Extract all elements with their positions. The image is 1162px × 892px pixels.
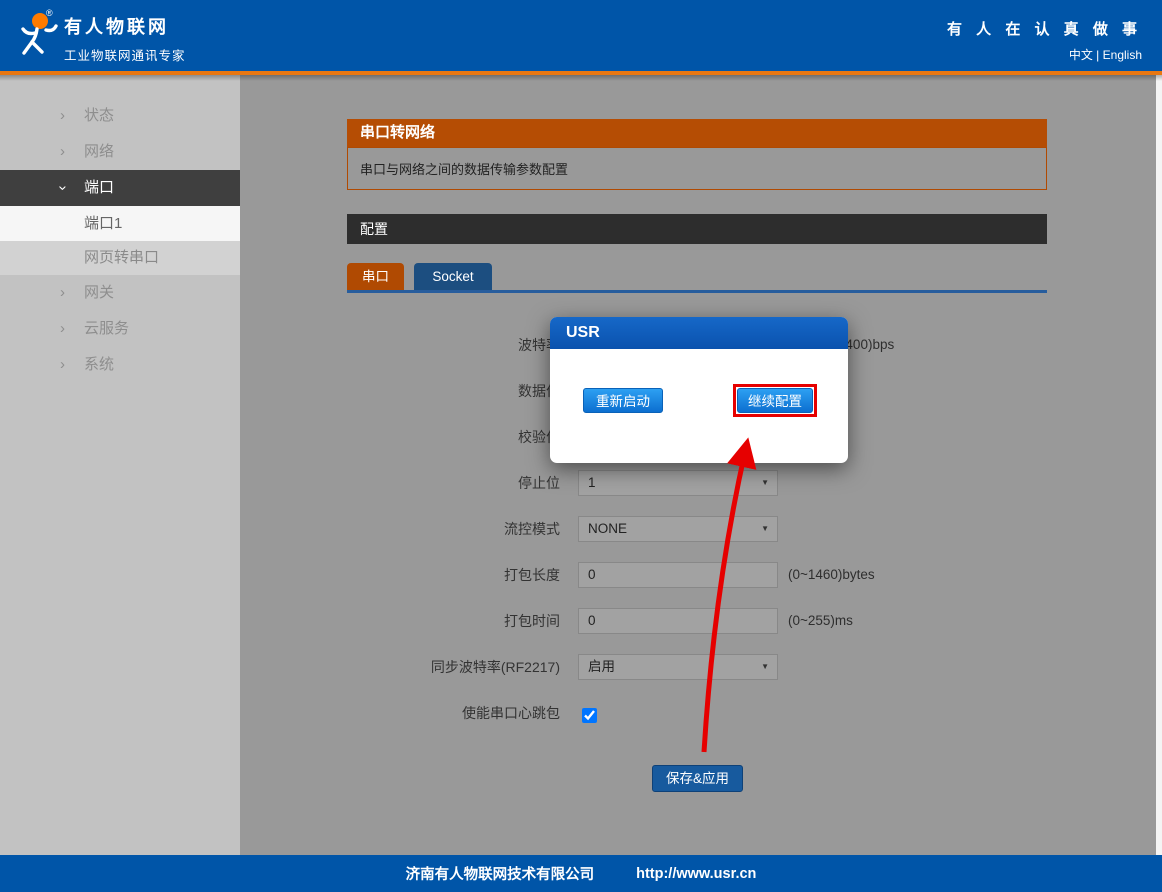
select-value: 启用 (588, 659, 615, 674)
field-label: 流控模式 (360, 516, 560, 542)
footer-company: 济南有人物联网技术有限公司 (406, 863, 595, 884)
flow-control-select[interactable]: NONE ▼ (578, 516, 778, 542)
dialog-title: USR (550, 317, 848, 349)
form-row-rf2217: 同步波特率(RF2217) 启用 ▼ (347, 654, 1107, 680)
input-value: 0 (588, 613, 596, 628)
sidebar-item-port1[interactable]: 端口1 (0, 206, 240, 241)
sidebar-item-gateway[interactable]: › 网关 (0, 275, 240, 311)
page-footer: 济南有人物联网技术有限公司 http://www.usr.cn (0, 855, 1162, 892)
brand-subtitle: 工业物联网通讯专家 (64, 45, 186, 64)
field-label: 数据位 (360, 378, 560, 404)
sidebar-item-label: 端口 (84, 179, 114, 196)
stop-bits-select[interactable]: 1 ▼ (578, 470, 778, 496)
pack-length-input[interactable]: 0 (578, 562, 778, 588)
caret-down-icon: ▼ (761, 517, 769, 541)
sidebar-item-system[interactable]: › 系统 (0, 347, 240, 383)
chevron-right-icon: › (60, 275, 76, 311)
sidebar-nav: › 状态 › 网络 › 端口 端口1 网页转串口 › 网关 › 云服务 › 系统 (0, 75, 240, 855)
tab-socket[interactable]: Socket (414, 263, 492, 290)
field-label: 同步波特率(RF2217) (360, 654, 560, 680)
config-section-title: 配置 (347, 214, 1047, 244)
sidebar-item-label: 网络 (84, 143, 114, 160)
registered-mark: ® (46, 8, 53, 18)
usr-logo-icon (12, 11, 60, 61)
tab-underline (347, 290, 1047, 293)
page-title: 串口转网络 (347, 119, 1047, 147)
caret-down-icon: ▼ (761, 471, 769, 495)
brand-title: 有人物联网 (64, 13, 186, 39)
field-label: 校验位 (360, 424, 560, 450)
select-value: NONE (588, 521, 627, 536)
usr-config-page: ® 有人物联网 工业物联网通讯专家 有 人 在 认 真 做 事 中文 | Eng… (0, 0, 1162, 892)
rf2217-select[interactable]: 启用 ▼ (578, 654, 778, 680)
form-row-pack-time: 打包时间 0 (0~255)ms (347, 608, 1107, 634)
field-label: 使能串口心跳包 (360, 700, 560, 726)
chevron-right-icon: › (60, 347, 76, 383)
form-row-heartbeat: 使能串口心跳包 (347, 700, 1107, 726)
serial-heartbeat-checkbox[interactable] (582, 708, 597, 723)
caret-down-icon: ▼ (761, 655, 769, 679)
sidebar-item-label: 云服务 (84, 320, 129, 337)
header-shadow (0, 75, 1162, 81)
sidebar-item-network[interactable]: › 网络 (0, 134, 240, 170)
save-apply-button[interactable]: 保存&应用 (652, 765, 743, 792)
field-label: 停止位 (360, 470, 560, 496)
header-accent-line (0, 71, 1162, 75)
chevron-right-icon: › (60, 134, 76, 170)
usr-dialog: USR 重新启动 继续配置 (550, 317, 848, 463)
vertical-scrollbar[interactable] (1156, 75, 1162, 855)
chevron-right-icon: › (60, 98, 76, 134)
main-content (240, 75, 1162, 855)
lang-separator: | (1096, 48, 1099, 62)
sidebar-item-label: 系统 (84, 356, 114, 373)
sidebar-item-label: 状态 (84, 107, 114, 124)
lang-chinese-link[interactable]: 中文 (1069, 48, 1093, 62)
sidebar-item-label: 网关 (84, 284, 114, 301)
header-right: 有 人 在 认 真 做 事 中文 | English (947, 18, 1142, 63)
sidebar-item-label: 端口1 (84, 215, 122, 232)
field-label: 打包长度 (360, 562, 560, 588)
tab-serial[interactable]: 串口 (347, 263, 404, 290)
lang-english-link[interactable]: English (1103, 48, 1142, 62)
annotation-highlight-box (733, 384, 817, 417)
top-header: ® 有人物联网 工业物联网通讯专家 有 人 在 认 真 做 事 中文 | Eng… (0, 0, 1162, 71)
sidebar-item-label: 网页转串口 (84, 249, 159, 266)
page-description: 串口与网络之间的数据传输参数配置 (347, 147, 1047, 190)
pack-time-input[interactable]: 0 (578, 608, 778, 634)
select-value: 1 (588, 475, 596, 490)
sidebar-item-status[interactable]: › 状态 (0, 98, 240, 134)
sidebar-item-port[interactable]: › 端口 (0, 170, 240, 206)
field-hint: (0~1460)bytes (788, 562, 875, 588)
slogan-text: 有 人 在 认 真 做 事 (947, 18, 1142, 39)
sidebar-item-cloud[interactable]: › 云服务 (0, 311, 240, 347)
form-row-flow-control: 流控模式 NONE ▼ (347, 516, 1107, 542)
brand-block: 有人物联网 工业物联网通讯专家 (64, 13, 186, 64)
sidebar-item-web-to-serial[interactable]: 网页转串口 (0, 241, 240, 275)
form-row-pack-length: 打包长度 0 (0~1460)bytes (347, 562, 1107, 588)
chevron-right-icon: › (60, 311, 76, 347)
field-label: 波特率 (360, 332, 560, 358)
footer-url-link[interactable]: http://www.usr.cn (636, 866, 756, 882)
language-switch: 中文 | English (947, 46, 1142, 63)
field-hint: (0~255)ms (788, 608, 853, 634)
form-row-stop-bits: 停止位 1 ▼ (347, 470, 1107, 496)
chevron-down-icon: › (45, 186, 81, 191)
restart-button[interactable]: 重新启动 (583, 388, 663, 413)
field-label: 打包时间 (360, 608, 560, 634)
input-value: 0 (588, 567, 596, 582)
